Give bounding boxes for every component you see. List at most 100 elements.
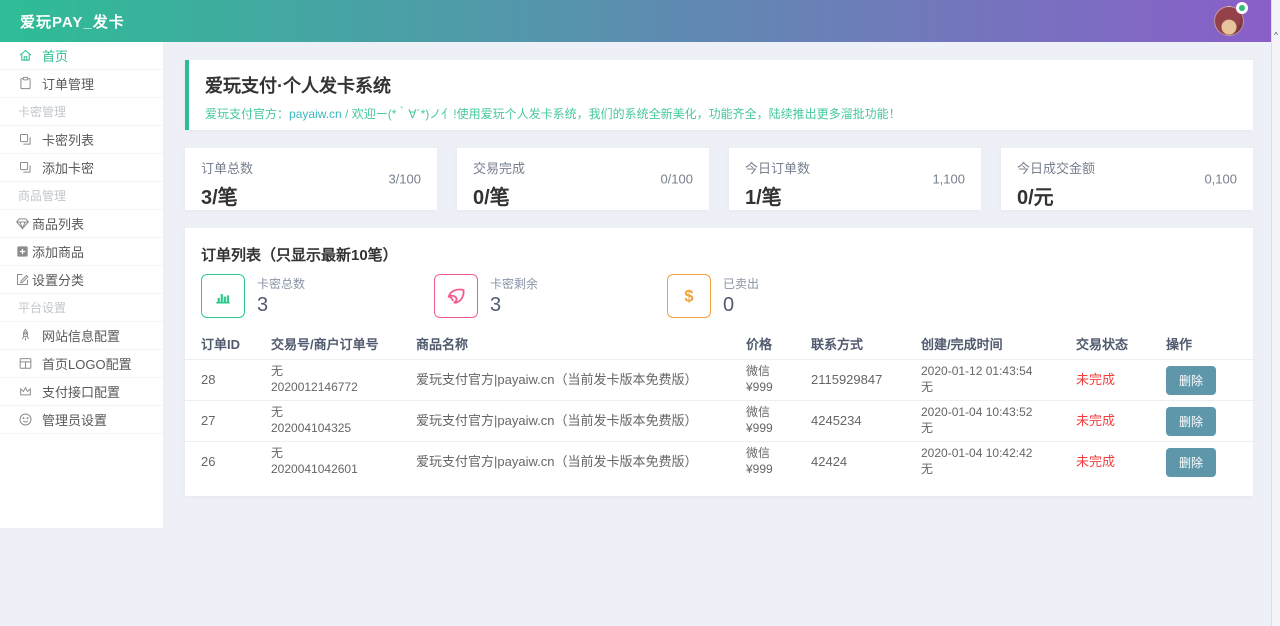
sidebar-item[interactable]: 网站信息配置	[0, 322, 163, 350]
trade-number: 无	[271, 364, 416, 380]
sidebar-item[interactable]: 设置分类	[0, 266, 163, 294]
stat-card: 今日成交金额 0/元 0,100	[1001, 148, 1253, 210]
sidebar-item-label: 商品管理	[18, 187, 66, 204]
sidebar-item-icon	[18, 160, 33, 175]
contact-cell: 2115929847	[811, 372, 921, 389]
order-row: 28 无 2020012146772 爱玩支付官方|payaiw.cn（当前发卡…	[185, 359, 1253, 400]
sidebar-item-label: 添加卡密	[42, 158, 94, 177]
orders-column-header: 交易号/商户订单号	[271, 337, 416, 354]
online-status-dot	[1239, 5, 1245, 11]
delete-button[interactable]: 删除	[1166, 448, 1216, 477]
sidebar-item-label: 订单管理	[42, 74, 94, 93]
welcome-subtitle-suffix: / 欢迎ー(*｀∀´*)ノ亻!使用爱玩个人发卡系统，我们的系统全新美化，功能齐全…	[342, 107, 901, 121]
completed-time: 无	[921, 380, 1076, 396]
scrollbar-up-arrow[interactable]: ^	[1272, 32, 1280, 40]
sidebar-item[interactable]: 平台设置	[0, 294, 163, 322]
mini-stat: 卡密总数 3	[201, 274, 434, 318]
order-id-cell: 28	[201, 372, 271, 389]
sidebar: 首页 订单管理 卡密管理 卡密列表 添加卡密 商品管理 商品列表	[0, 42, 163, 528]
welcome-card: 爱玩支付·个人发卡系统 爱玩支付官方：payaiw.cn / 欢迎ー(*｀∀´*…	[185, 60, 1253, 130]
sidebar-item[interactable]: 首页	[0, 42, 163, 70]
time-cell: 2020-01-04 10:42:42 无	[921, 446, 1076, 477]
merchant-order-number: 2020012146772	[271, 380, 416, 396]
sidebar-item-icon	[18, 76, 33, 91]
order-list-card: 订单列表（只显示最新10笔） 卡密总数 3 卡密剩余 3	[185, 228, 1253, 496]
page-title: 爱玩支付·个人发卡系统	[205, 72, 1253, 98]
sidebar-item[interactable]: 订单管理	[0, 70, 163, 98]
orders-column-header: 商品名称	[416, 337, 746, 354]
created-time: 2020-01-12 01:43:54	[921, 364, 1076, 380]
contact-cell: 4245234	[811, 413, 921, 430]
sidebar-item[interactable]: 添加卡密	[0, 154, 163, 182]
status-cell: 未完成	[1076, 413, 1166, 430]
user-avatar[interactable]	[1214, 6, 1244, 36]
mini-stat-info: 卡密剩余 3	[490, 275, 538, 317]
price-value: ¥999	[746, 380, 811, 396]
created-time: 2020-01-04 10:43:52	[921, 405, 1076, 421]
order-list-title: 订单列表（只显示最新10笔）	[201, 244, 1253, 265]
sidebar-item-icon	[18, 328, 33, 343]
orders-column-header: 创建/完成时间	[921, 337, 1076, 354]
time-cell: 2020-01-12 01:43:54 无	[921, 364, 1076, 395]
mini-stat-info: 已卖出 0	[723, 275, 759, 317]
orders-column-header: 操作	[1166, 337, 1237, 354]
delete-button[interactable]: 删除	[1166, 407, 1216, 436]
sidebar-item[interactable]: 添加商品	[0, 238, 163, 266]
sidebar-item-label: 商品列表	[32, 214, 84, 233]
price-cell: 微信 ¥999	[746, 364, 811, 395]
price-cell: 微信 ¥999	[746, 405, 811, 436]
welcome-subtitle: 爱玩支付官方：payaiw.cn / 欢迎ー(*｀∀´*)ノ亻!使用爱玩个人发卡…	[205, 105, 1253, 122]
product-name-cell: 爱玩支付官方|payaiw.cn（当前发卡版本免费版）	[416, 454, 746, 471]
merchant-order-number: 2020041042601	[271, 462, 416, 478]
stat-quota: 0,100	[1204, 172, 1237, 187]
mini-stat-label: 卡密总数	[257, 275, 305, 292]
sidebar-item-label: 设置分类	[32, 270, 84, 289]
sidebar-item[interactable]: 商品管理	[0, 182, 163, 210]
sidebar-item-label: 首页LOGO配置	[42, 354, 132, 373]
top-header: 爱玩PAY_发卡	[0, 0, 1280, 42]
mini-stat-info: 卡密总数 3	[257, 275, 305, 317]
welcome-subtitle-prefix: 爱玩支付官方：	[205, 107, 289, 121]
sidebar-item[interactable]: 商品列表	[0, 210, 163, 238]
sidebar-item-icon	[15, 244, 30, 259]
action-cell: 删除	[1166, 448, 1237, 477]
mini-stat-icon-box	[201, 274, 245, 318]
status-cell: 未完成	[1076, 372, 1166, 389]
stats-row: 订单总数 3/笔 3/100 交易完成 0/笔 0/100 今日订单数 1/笔 …	[185, 148, 1253, 210]
completed-time: 无	[921, 421, 1076, 437]
orders-column-header: 联系方式	[811, 337, 921, 354]
mini-stat-icon-box	[434, 274, 478, 318]
sidebar-item-label: 网站信息配置	[42, 326, 120, 345]
price-value: ¥999	[746, 421, 811, 437]
mini-stat-value: 3	[490, 294, 538, 317]
orders-table-header: 订单ID 交易号/商户订单号 商品名称 价格 联系方式 创建/完成时间 交易状态…	[185, 331, 1253, 359]
sidebar-item-label: 平台设置	[18, 299, 66, 316]
order-row: 26 无 2020041042601 爱玩支付官方|payaiw.cn（当前发卡…	[185, 441, 1253, 482]
sidebar-item[interactable]: 首页LOGO配置	[0, 350, 163, 378]
mini-stat-icon	[678, 285, 700, 307]
sidebar-item[interactable]: 卡密管理	[0, 98, 163, 126]
mini-stat-label: 已卖出	[723, 275, 759, 292]
price-value: ¥999	[746, 462, 811, 478]
pay-method: 微信	[746, 364, 811, 380]
sidebar-item-label: 卡密管理	[18, 103, 66, 120]
sidebar-item-label: 支付接口配置	[42, 382, 120, 401]
stat-quota: 3/100	[388, 172, 421, 187]
orders-column-header: 订单ID	[201, 337, 271, 354]
page-scrollbar[interactable]: ^	[1271, 0, 1280, 626]
sidebar-item-icon	[15, 272, 30, 287]
mini-stat-label: 卡密剩余	[490, 275, 538, 292]
delete-button[interactable]: 删除	[1166, 366, 1216, 395]
action-cell: 删除	[1166, 366, 1237, 395]
sidebar-item[interactable]: 管理员设置	[0, 406, 163, 434]
official-site-link[interactable]: payaiw.cn	[289, 107, 342, 121]
orders-table: 订单ID 交易号/商户订单号 商品名称 价格 联系方式 创建/完成时间 交易状态…	[185, 331, 1253, 482]
sidebar-item[interactable]: 支付接口配置	[0, 378, 163, 406]
product-name-cell: 爱玩支付官方|payaiw.cn（当前发卡版本免费版）	[416, 372, 746, 389]
trade-number: 无	[271, 446, 416, 462]
order-row: 27 无 202004104325 爱玩支付官方|payaiw.cn（当前发卡版…	[185, 400, 1253, 441]
sidebar-item[interactable]: 卡密列表	[0, 126, 163, 154]
status-cell: 未完成	[1076, 454, 1166, 471]
action-cell: 删除	[1166, 407, 1237, 436]
trade-number-cell: 无 2020041042601	[271, 446, 416, 477]
